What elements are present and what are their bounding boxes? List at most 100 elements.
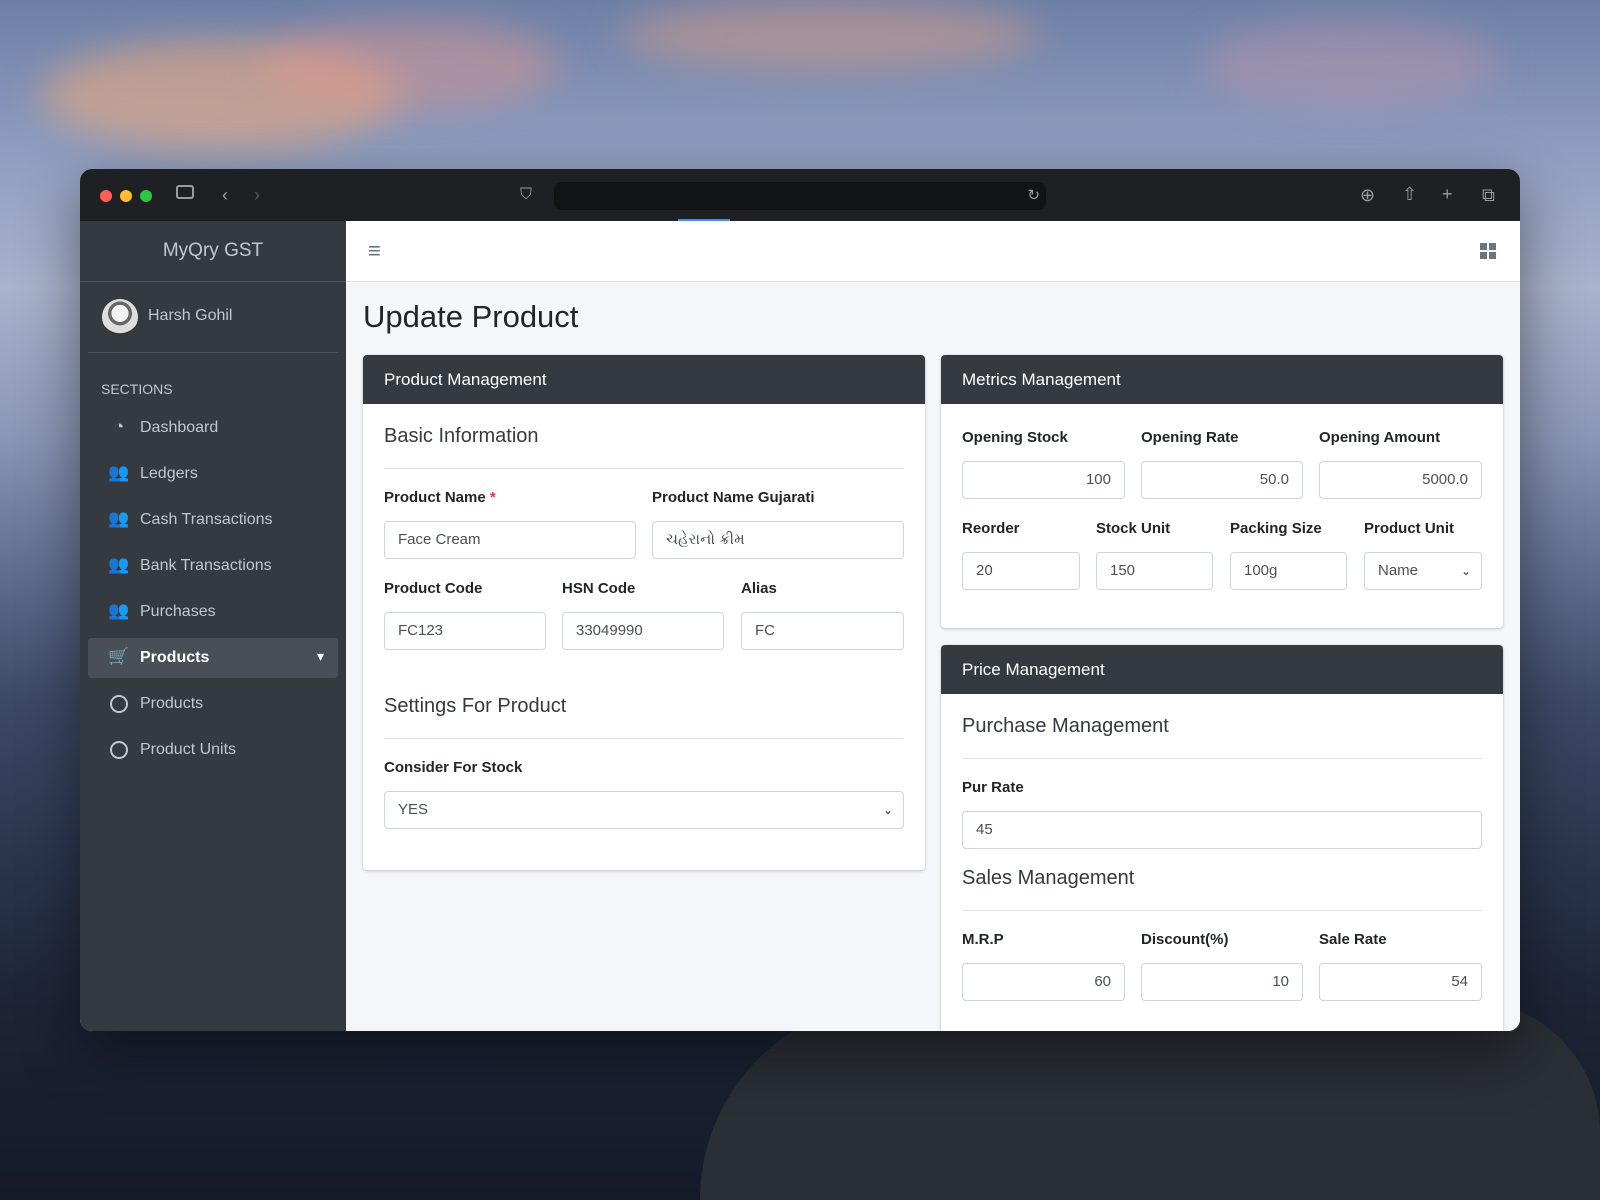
product-unit-select[interactable]: Name ⌄: [1364, 552, 1482, 590]
maximize-window-button[interactable]: [140, 190, 152, 202]
product-unit-label: Product Unit: [1364, 520, 1454, 537]
grid-apps-icon[interactable]: [1480, 243, 1496, 259]
sections-header: SECTIONS: [101, 381, 173, 397]
sidebar-item-bank-transactions[interactable]: 👥 Bank Transactions: [88, 546, 338, 586]
main-content: ≡ Update Product Product Management Basi…: [346, 221, 1520, 1031]
product-name-gujarati-label: Product Name Gujarati: [652, 489, 815, 506]
close-window-button[interactable]: [100, 190, 112, 202]
card-header: Metrics Management: [941, 355, 1503, 404]
reorder-input[interactable]: 20: [962, 552, 1080, 590]
cart-icon: 🛒: [108, 647, 130, 666]
reorder-label: Reorder: [962, 520, 1020, 537]
opening-amount-input[interactable]: 5000.0: [1319, 461, 1482, 499]
opening-rate-input[interactable]: 50.0: [1141, 461, 1303, 499]
sidebar-item-label: Ledgers: [140, 465, 198, 482]
required-mark: *: [489, 489, 496, 506]
sales-management-heading: Sales Management: [962, 867, 1135, 889]
brand-link[interactable]: MyQry GST: [80, 221, 346, 282]
opening-rate-label: Opening Rate: [1141, 429, 1239, 446]
back-icon[interactable]: ‹: [222, 185, 228, 205]
consider-for-stock-label: Consider For Stock: [384, 759, 523, 776]
product-code-label: Product Code: [384, 580, 483, 597]
opening-stock-input[interactable]: 100: [962, 461, 1125, 499]
menu-toggle-icon[interactable]: ≡: [368, 238, 381, 264]
stock-unit-label: Stock Unit: [1096, 520, 1171, 537]
basic-information-heading: Basic Information: [384, 425, 539, 447]
sidebar-subitem-product-units[interactable]: Product Units: [88, 730, 338, 770]
product-management-card: Product Management Basic Information Pro…: [363, 355, 925, 870]
sidebar-item-label: Bank Transactions: [140, 557, 272, 574]
download-icon[interactable]: ⊕: [1360, 185, 1375, 205]
user-name[interactable]: Harsh Gohil: [148, 307, 232, 325]
sidebar-item-label: Cash Transactions: [140, 511, 273, 528]
product-name-input[interactable]: Face Cream: [384, 521, 636, 559]
pur-rate-label: Pur Rate: [962, 779, 1024, 796]
circle-icon: [108, 739, 130, 764]
top-navbar: ≡: [346, 221, 1520, 282]
hsn-code-input[interactable]: 33049990: [562, 612, 724, 650]
divider: [384, 468, 904, 469]
sale-rate-input[interactable]: 54: [1319, 963, 1482, 1001]
divider: [384, 738, 904, 739]
users-icon: 👥: [108, 463, 130, 482]
alias-input[interactable]: FC: [741, 612, 904, 650]
address-bar[interactable]: ↻: [554, 182, 1046, 210]
share-icon[interactable]: ⇧: [1402, 184, 1417, 204]
minimize-window-button[interactable]: [120, 190, 132, 202]
mrp-label: M.R.P: [962, 931, 1004, 948]
product-code-input[interactable]: FC123: [384, 612, 546, 650]
divider: [962, 758, 1482, 759]
consider-for-stock-value: YES: [398, 801, 429, 818]
sidebar-item-label: Products: [140, 649, 210, 666]
users-icon: 👥: [108, 509, 130, 528]
metrics-management-card: Metrics Management Opening Stock 100 Ope…: [941, 355, 1503, 628]
avatar[interactable]: [102, 299, 138, 335]
price-management-card: Price Management Purchase Management Pur…: [941, 645, 1503, 1031]
divider: [962, 910, 1482, 911]
product-name-gujarati-input[interactable]: ચહેરાનો ક્રીમ: [652, 521, 904, 559]
shield-icon[interactable]: ⛉: [520, 185, 532, 205]
packing-size-label: Packing Size: [1230, 520, 1322, 537]
users-icon: 👥: [108, 601, 130, 620]
forward-icon[interactable]: ›: [254, 185, 260, 205]
card-header: Price Management: [941, 645, 1503, 694]
circle-icon: [108, 693, 130, 718]
users-icon: 👥: [108, 555, 130, 574]
pur-rate-input[interactable]: 45: [962, 811, 1482, 849]
alias-label: Alias: [741, 580, 777, 597]
sidebar-item-products[interactable]: 🛒 Products ▾: [88, 638, 338, 678]
page-title: Update Product: [363, 299, 579, 334]
reload-icon[interactable]: ↻: [1027, 186, 1040, 204]
sidebar-subitem-products[interactable]: Products: [88, 684, 338, 724]
consider-for-stock-select[interactable]: YES ⌄: [384, 791, 904, 829]
packing-size-input[interactable]: 100g: [1230, 552, 1347, 590]
sidebar-item-purchases[interactable]: 👥 Purchases: [88, 592, 338, 632]
user-panel[interactable]: Harsh Gohil: [88, 282, 338, 353]
discount-input[interactable]: 10: [1141, 963, 1303, 1001]
new-tab-icon[interactable]: +: [1442, 184, 1453, 204]
sidebar-item-label: Dashboard: [140, 419, 219, 436]
product-unit-value: Name: [1378, 562, 1419, 579]
card-header: Product Management: [363, 355, 925, 404]
dashboard-gauge-icon: ◔: [113, 417, 125, 436]
product-name-label: Product Name *: [384, 489, 496, 506]
sidebar-item-label: Products: [140, 695, 204, 712]
opening-stock-label: Opening Stock: [962, 429, 1068, 446]
stock-unit-input[interactable]: 150: [1096, 552, 1213, 590]
sidebar-item-dashboard[interactable]: ◔ Dashboard: [88, 408, 338, 448]
chevron-down-icon: ⌄: [1460, 564, 1471, 578]
opening-amount-label: Opening Amount: [1319, 429, 1441, 446]
sidebar-item-label: Product Units: [140, 741, 237, 758]
hsn-code-label: HSN Code: [562, 580, 636, 597]
mrp-input[interactable]: 60: [962, 963, 1125, 1001]
chevron-down-icon: ⌄: [882, 803, 893, 817]
sidebar-item-cash-transactions[interactable]: 👥 Cash Transactions: [88, 500, 338, 540]
settings-heading: Settings For Product: [384, 695, 567, 717]
sidebar-item-ledgers[interactable]: 👥 Ledgers: [88, 454, 338, 494]
sidebar-toggle-icon[interactable]: [176, 185, 194, 199]
app-sidebar: MyQry GST Harsh Gohil SECTIONS ◔ Dashboa…: [80, 221, 346, 1031]
tabs-overview-icon[interactable]: ⧉: [1482, 185, 1495, 205]
purchase-management-heading: Purchase Management: [962, 715, 1169, 737]
browser-titlebar: ‹ › ⛉ ↻ ⊕ ⇧ + ⧉: [80, 169, 1520, 221]
browser-window: ‹ › ⛉ ↻ ⊕ ⇧ + ⧉ MyQry GST Harsh Gohil SE…: [80, 169, 1520, 1031]
